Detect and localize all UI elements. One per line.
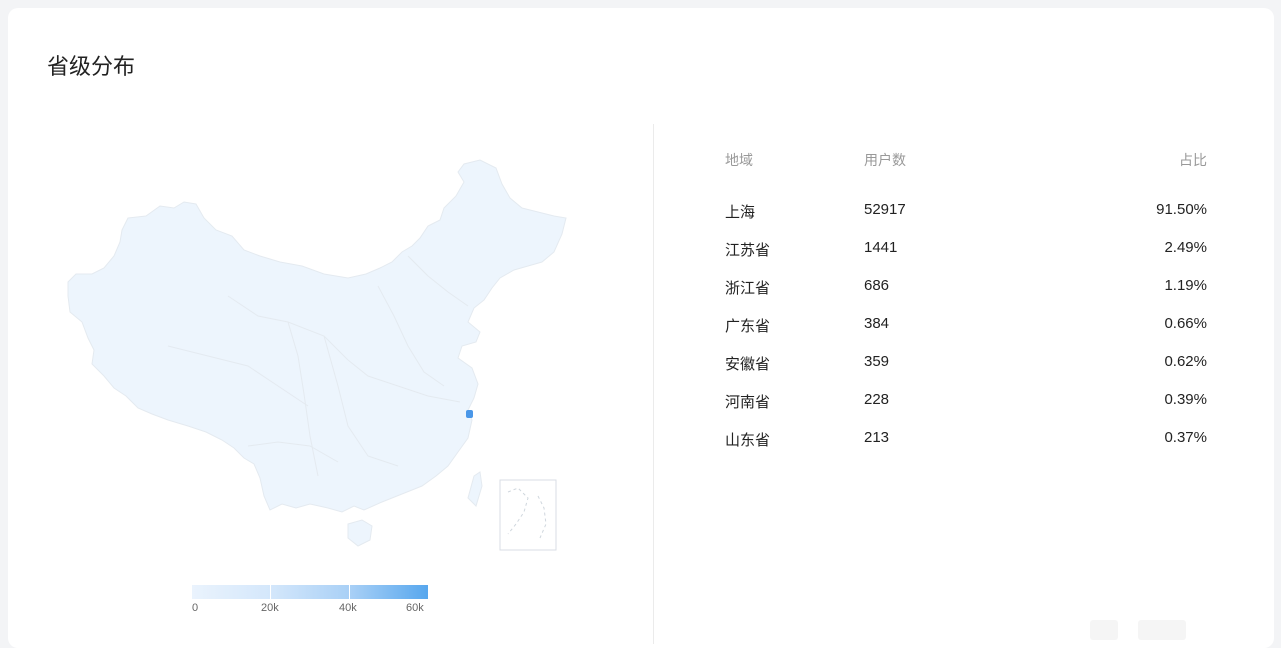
legend-tick: 60k — [406, 602, 424, 614]
header-users: 用户数 — [864, 152, 906, 168]
row-users: 359 — [864, 353, 890, 370]
row-users: 1441 — [864, 239, 898, 256]
legend-tick: 40k — [339, 602, 357, 614]
legend-bar[interactable] — [192, 585, 428, 599]
legend-seg-3 — [350, 585, 428, 599]
row-ratio: 0.39% — [1164, 391, 1207, 408]
card-title: 省级分布 — [47, 54, 136, 79]
map-shanghai[interactable] — [466, 410, 473, 418]
legend-tick: 20k — [261, 602, 279, 614]
table-row[interactable]: 广东省 384 0.66% — [725, 306, 1207, 344]
table-row[interactable]: 安徽省 359 0.62% — [725, 344, 1207, 382]
table-row[interactable]: 河南省 228 0.39% — [725, 382, 1207, 420]
row-region: 安徽省 — [725, 356, 771, 373]
table-row[interactable]: 浙江省 686 1.19% — [725, 268, 1207, 306]
south-china-sea-inset — [499, 479, 557, 551]
row-ratio: 2.49% — [1164, 239, 1207, 256]
map-taiwan[interactable] — [467, 471, 483, 507]
china-map[interactable] — [48, 146, 588, 566]
panel-divider — [653, 124, 654, 644]
legend-seg-2 — [271, 585, 350, 599]
table-row[interactable]: 山东省 213 0.37% — [725, 420, 1207, 458]
table-row[interactable]: 江苏省 1441 2.49% — [725, 230, 1207, 268]
header-region: 地域 — [725, 152, 753, 168]
row-region: 河南省 — [725, 394, 771, 411]
row-ratio: 0.62% — [1164, 353, 1207, 370]
row-ratio: 0.66% — [1164, 315, 1207, 332]
region-table: 地域 用户数 占比 上海 52917 91.50% 江苏省 1441 2.49%… — [725, 144, 1207, 458]
row-region: 广东省 — [725, 318, 771, 335]
row-region: 浙江省 — [725, 280, 771, 297]
row-ratio: 91.50% — [1156, 201, 1207, 218]
map-hainan[interactable] — [347, 519, 373, 547]
row-users: 213 — [864, 429, 890, 446]
row-users: 384 — [864, 315, 890, 332]
page-button[interactable] — [1090, 620, 1118, 640]
row-region: 上海 — [725, 204, 756, 221]
page-size-select[interactable] — [1138, 620, 1186, 640]
row-users: 52917 — [864, 201, 906, 218]
color-legend: 0 20k 40k 60k — [192, 585, 428, 618]
row-ratio: 0.37% — [1164, 429, 1207, 446]
header-ratio: 占比 — [1179, 152, 1207, 168]
row-users: 228 — [864, 391, 890, 408]
china-map-svg — [67, 159, 567, 551]
row-users: 686 — [864, 277, 890, 294]
pagination — [1068, 620, 1268, 640]
row-ratio: 1.19% — [1164, 277, 1207, 294]
legend-seg-1 — [192, 585, 271, 599]
row-region: 江苏省 — [725, 242, 771, 259]
table-row[interactable]: 上海 52917 91.50% — [725, 192, 1207, 230]
map-mainland[interactable] — [67, 159, 567, 513]
province-distribution-card: 省级分布 0 20k 40k 60k 地域 用户数 占比 上海 52917 91… — [8, 8, 1274, 648]
table-header: 地域 用户数 占比 — [725, 144, 1207, 192]
row-region: 山东省 — [725, 432, 771, 449]
legend-ticks: 0 20k 40k 60k — [192, 602, 428, 618]
legend-tick: 0 — [192, 602, 199, 614]
